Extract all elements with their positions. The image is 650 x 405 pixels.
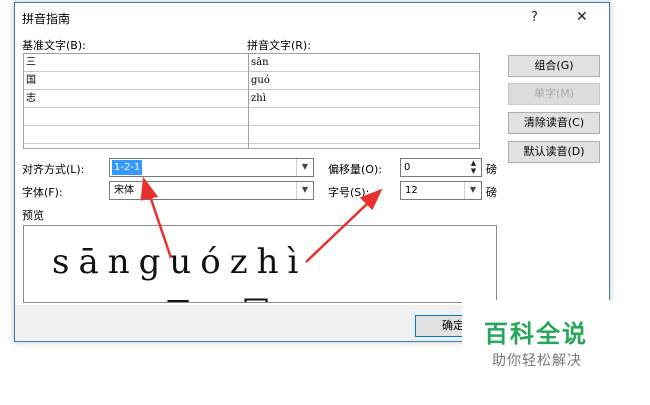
preview-hanzi: 三国 xyxy=(164,290,320,302)
offset-value: 0 xyxy=(404,162,411,173)
watermark-title: 百科全说 xyxy=(484,320,588,348)
watermark-subtitle: 助你轻松解决 xyxy=(492,353,582,369)
offset-stepper[interactable]: 0 ▲ ▼ xyxy=(400,158,482,177)
alignment-value: 1-2-1 xyxy=(112,160,143,175)
default-reading-button[interactable]: 默认读音(D) xyxy=(508,141,600,163)
watermark: 百科全说 助你轻松解决 xyxy=(462,300,630,382)
pinyin-text-grid: sān guó zhì xyxy=(248,53,480,149)
base-text-cell[interactable]: 三 xyxy=(24,54,248,72)
preview-panel: sānguózhì 三国 xyxy=(23,225,497,303)
preview-pinyin: sānguózhì xyxy=(52,242,308,282)
base-text-grid: 三 国 志 xyxy=(23,53,249,149)
chevron-down-icon[interactable]: ▼ xyxy=(296,182,313,199)
size-value: 12 xyxy=(405,185,418,196)
dialog-title: 拼音指南 xyxy=(22,12,71,26)
base-text-cell[interactable] xyxy=(24,126,248,144)
title-bar[interactable]: 拼音指南 ? ✕ xyxy=(15,3,609,33)
base-text-cell[interactable]: 国 xyxy=(24,72,248,90)
preview-label: 预览 xyxy=(22,209,44,222)
alignment-select[interactable]: 1-2-1 ▼ xyxy=(109,158,314,177)
help-icon[interactable]: ? xyxy=(531,10,538,25)
spin-arrows-icon[interactable]: ▲ ▼ xyxy=(466,159,481,176)
offset-label: 偏移量(O): xyxy=(328,163,382,176)
size-select[interactable]: 12 ▼ xyxy=(400,181,482,200)
base-text-cell[interactable] xyxy=(24,108,248,126)
size-label: 字号(S): xyxy=(328,186,370,199)
base-text-label: 基准文字(B): xyxy=(22,39,86,52)
pinyin-text-cell[interactable]: guó xyxy=(249,72,479,90)
clear-reading-button[interactable]: 清除读音(C) xyxy=(508,112,600,134)
group-button[interactable]: 组合(G) xyxy=(508,55,600,77)
alignment-label: 对齐方式(L): xyxy=(22,163,85,176)
chevron-down-icon[interactable]: ▼ xyxy=(464,182,481,199)
pinyin-text-cell[interactable] xyxy=(249,126,479,144)
font-label: 字体(F): xyxy=(22,186,63,199)
size-unit-label: 磅 xyxy=(486,186,497,199)
base-text-cell[interactable]: 志 xyxy=(24,90,248,108)
pinyin-text-cell[interactable] xyxy=(249,108,479,126)
close-icon[interactable]: ✕ xyxy=(576,9,588,25)
pinyin-guide-dialog: 拼音指南 ? ✕ 基准文字(B): 拼音文字(R): 三 国 志 sān guó… xyxy=(14,2,610,342)
font-value: 宋体 xyxy=(114,185,134,196)
font-select[interactable]: 宋体 ▼ xyxy=(109,181,314,200)
pinyin-text-cell[interactable]: zhì xyxy=(249,90,479,108)
chevron-down-icon[interactable]: ▼ xyxy=(296,159,313,176)
offset-unit-label: 磅 xyxy=(486,163,497,176)
pinyin-text-cell[interactable]: sān xyxy=(249,54,479,72)
single-char-button[interactable]: 单字(M) xyxy=(508,83,600,105)
pinyin-text-label: 拼音文字(R): xyxy=(247,39,311,52)
